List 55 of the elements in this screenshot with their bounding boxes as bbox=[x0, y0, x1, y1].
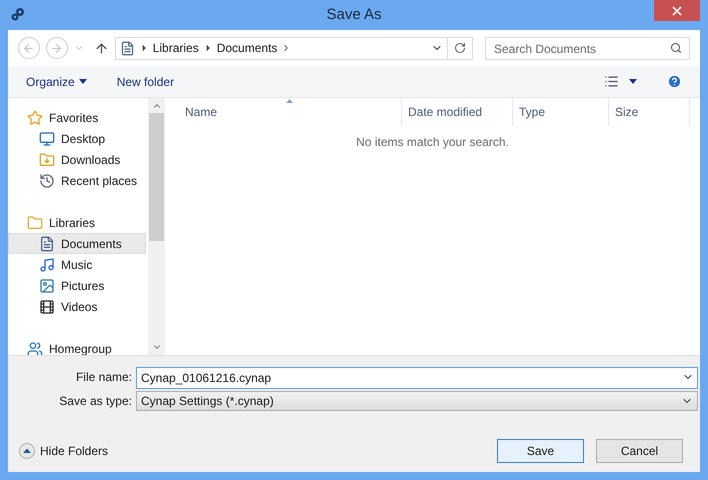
new-folder-button[interactable]: New folder bbox=[116, 72, 174, 90]
breadcrumb-item[interactable]: Documents bbox=[216, 39, 278, 57]
downloads-icon bbox=[39, 152, 55, 168]
window-title: Save As bbox=[326, 4, 382, 25]
organize-button[interactable]: Organize bbox=[26, 72, 87, 90]
videos-icon bbox=[39, 298, 55, 314]
view-icon[interactable] bbox=[604, 74, 619, 89]
sidebar-item[interactable]: Favorites bbox=[8, 107, 146, 128]
column-header[interactable]: Size bbox=[609, 98, 690, 126]
caret-icon[interactable] bbox=[629, 79, 637, 84]
star-icon bbox=[27, 110, 43, 126]
sidebar-item[interactable]: Downloads bbox=[8, 149, 146, 170]
forward-arrow-icon bbox=[50, 42, 64, 54]
document-icon bbox=[120, 40, 135, 56]
search-icon bbox=[670, 42, 682, 54]
save-type-dropdown[interactable]: Cynap Settings (*.cynap) bbox=[136, 391, 698, 411]
up-icon[interactable] bbox=[94, 40, 109, 56]
column-header[interactable]: Type bbox=[513, 98, 609, 126]
column-header[interactable]: Date modified bbox=[402, 98, 513, 126]
file-name-field[interactable]: Cynap_01061216.cynap bbox=[136, 367, 698, 389]
column-header[interactable]: Name bbox=[165, 98, 402, 126]
save-button[interactable]: Save bbox=[497, 439, 584, 463]
sidebar-item[interactable]: Music bbox=[8, 254, 146, 275]
sidebar-item[interactable]: Documents bbox=[8, 233, 146, 254]
empty-message: No items match your search. bbox=[356, 134, 509, 151]
address-bar[interactable]: Libraries Documents bbox=[114, 36, 473, 60]
close-button[interactable] bbox=[654, 0, 700, 21]
scroll-thumb[interactable] bbox=[149, 113, 164, 241]
scrollbar[interactable] bbox=[148, 98, 165, 355]
refresh-icon[interactable] bbox=[454, 42, 466, 54]
sidebar-item[interactable]: Desktop bbox=[8, 128, 146, 149]
sidebar-item[interactable]: Libraries bbox=[8, 212, 146, 233]
sidebar-item[interactable]: Pictures bbox=[8, 275, 146, 296]
music-icon bbox=[39, 256, 55, 272]
library-icon bbox=[27, 214, 43, 230]
desktop-icon bbox=[39, 130, 55, 146]
pictures-icon bbox=[39, 278, 55, 294]
homegroup-icon bbox=[27, 340, 43, 355]
hide-folders-button[interactable]: Hide Folders bbox=[19, 442, 108, 460]
breadcrumb-item[interactable]: Libraries bbox=[152, 39, 199, 57]
collapse-icon bbox=[19, 443, 35, 459]
sidebar-item[interactable]: Homegroup bbox=[8, 338, 146, 355]
search-field[interactable]: Search Documents bbox=[484, 37, 690, 60]
document-icon bbox=[39, 236, 55, 252]
close-icon bbox=[672, 6, 682, 16]
sort-arrow-icon bbox=[286, 99, 293, 103]
back-arrow-icon bbox=[22, 42, 36, 54]
sidebar-item[interactable]: Recent places bbox=[8, 170, 146, 191]
help-icon[interactable] bbox=[667, 74, 682, 89]
field-label: Save as type: bbox=[58, 393, 133, 410]
field-label: File name: bbox=[74, 369, 133, 386]
recent-icon bbox=[39, 172, 55, 188]
caret-icon bbox=[78, 79, 87, 84]
sidebar-item[interactable]: Videos bbox=[8, 296, 146, 317]
cancel-button[interactable]: Cancel bbox=[596, 439, 683, 463]
